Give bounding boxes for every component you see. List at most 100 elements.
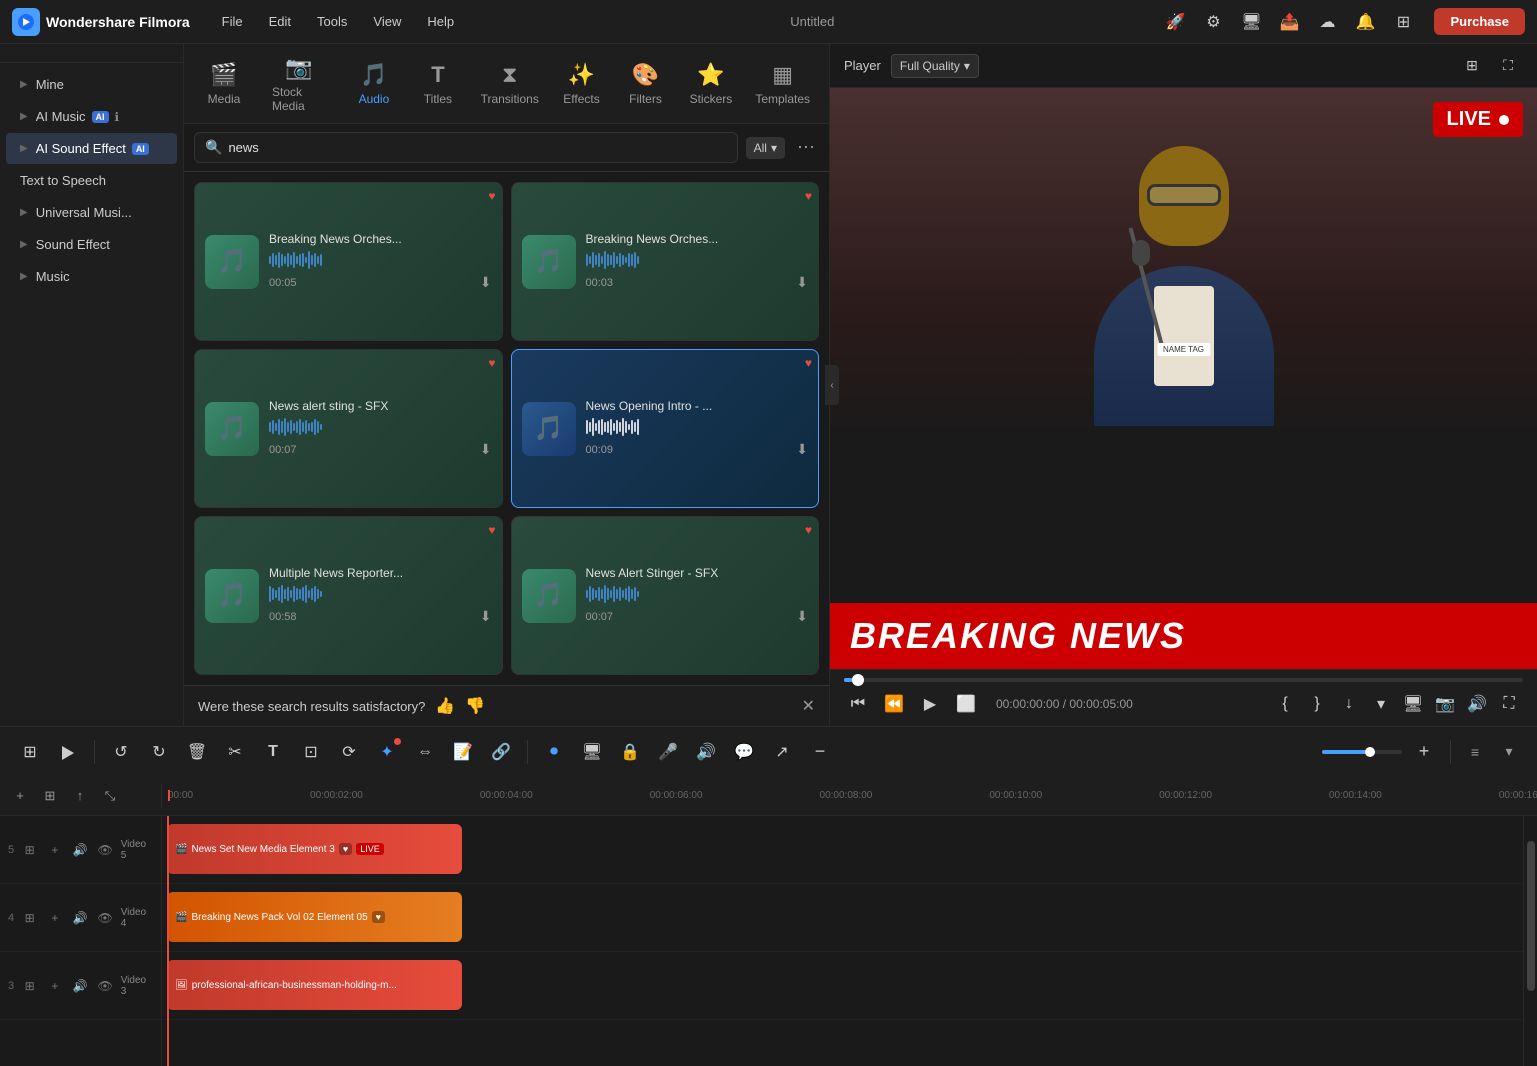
- info-icon[interactable]: ℹ: [115, 110, 120, 124]
- screen-record-button[interactable]: 🖥: [576, 736, 608, 768]
- clip-video4[interactable]: 🎬 Breaking News Pack Vol 02 Element 05 ♥: [167, 892, 462, 942]
- step-back-button[interactable]: ⏪: [880, 690, 908, 718]
- sidebar-item-music[interactable]: ▶ Music: [6, 261, 177, 292]
- bracket-right-icon[interactable]: }: [1303, 690, 1331, 718]
- track-volume-4[interactable]: 🔊: [70, 908, 89, 928]
- download-icon-4[interactable]: ⬇: [796, 441, 808, 458]
- favorite-icon-6[interactable]: ♥: [805, 523, 812, 537]
- ripple-button[interactable]: ↑: [68, 784, 92, 808]
- tab-stickers[interactable]: ⭐ Stickers: [679, 54, 742, 114]
- bracket-left-icon[interactable]: {: [1271, 690, 1299, 718]
- track-eye-4[interactable]: 👁: [96, 908, 115, 928]
- settings-icon[interactable]: ⚙: [1198, 7, 1228, 37]
- tab-effects[interactable]: ✨ Effects: [551, 54, 611, 114]
- clip-video3[interactable]: 🖼 professional-african-businessman-holdi…: [167, 960, 462, 1010]
- subtitle-button[interactable]: 💬: [728, 736, 760, 768]
- track-lock-5[interactable]: ⊞: [20, 840, 39, 860]
- download-icon-5[interactable]: ⬇: [480, 608, 492, 625]
- clip-video5[interactable]: 🎬 News Set New Media Element 3 ♥ LIVE: [167, 824, 462, 874]
- motion-button[interactable]: ↗: [766, 736, 798, 768]
- tab-media[interactable]: 🎬 Media: [194, 54, 254, 114]
- cut-button[interactable]: ✂: [219, 736, 251, 768]
- favorite-icon-2[interactable]: ♥: [805, 189, 812, 203]
- download-icon-2[interactable]: ⬇: [796, 274, 808, 291]
- add-track-button[interactable]: +: [8, 784, 32, 808]
- fullscreen-icon[interactable]: ⛶: [1493, 51, 1523, 81]
- download-icon-6[interactable]: ⬇: [796, 608, 808, 625]
- volume-icon[interactable]: 🔊: [1463, 690, 1491, 718]
- menu-help[interactable]: Help: [417, 10, 464, 33]
- track-volume-5[interactable]: 🔊: [70, 840, 89, 860]
- tab-titles[interactable]: T Titles: [408, 54, 468, 114]
- search-input-wrap[interactable]: 🔍: [194, 132, 738, 163]
- sidebar-item-mine[interactable]: ▶ Mine: [6, 69, 177, 100]
- delete-button[interactable]: 🗑: [181, 736, 213, 768]
- audio-card-1[interactable]: 🎵 Breaking News Orches... 00:05 ⬇ ♥: [194, 182, 503, 341]
- redo-button[interactable]: ↻: [143, 736, 175, 768]
- audio-card-3[interactable]: 🎵 News alert sting - SFX 00:07 ⬇ ♥: [194, 349, 503, 508]
- menu-edit[interactable]: Edit: [259, 10, 301, 33]
- close-feedback-button[interactable]: ✕: [802, 696, 815, 716]
- menu-file[interactable]: File: [212, 10, 253, 33]
- record-button[interactable]: ⏺: [538, 736, 570, 768]
- expand-icon[interactable]: ▾: [1367, 690, 1395, 718]
- menu-tools[interactable]: Tools: [307, 10, 357, 33]
- favorite-icon-3[interactable]: ♥: [488, 356, 495, 370]
- track-add-4[interactable]: +: [45, 908, 64, 928]
- undo-button[interactable]: ↺: [105, 736, 137, 768]
- menu-view[interactable]: View: [363, 10, 411, 33]
- split-track-button[interactable]: ⊞: [38, 784, 62, 808]
- cloud-icon[interactable]: ☁: [1312, 7, 1342, 37]
- timeline-scrollbar[interactable]: [1523, 816, 1537, 1066]
- download-icon-3[interactable]: ⬇: [480, 441, 492, 458]
- crop-button[interactable]: ⬜: [952, 690, 980, 718]
- track-eye-5[interactable]: 👁: [96, 840, 115, 860]
- audio-button[interactable]: 🔊: [690, 736, 722, 768]
- caption-button[interactable]: 📝: [447, 736, 479, 768]
- thumbs-down-icon[interactable]: 👎: [465, 696, 485, 716]
- sidebar-collapse-button[interactable]: ‹: [825, 365, 839, 405]
- download-icon-1[interactable]: ⬇: [480, 274, 492, 291]
- audio-record-button[interactable]: 🔒: [614, 736, 646, 768]
- zoom-slider[interactable]: [1322, 750, 1402, 754]
- track-add-3[interactable]: +: [45, 976, 64, 996]
- play-button[interactable]: ▶: [916, 690, 944, 718]
- track-add-5[interactable]: +: [45, 840, 64, 860]
- grid-view-icon[interactable]: ⊞: [1457, 51, 1487, 81]
- minus-button[interactable]: −: [804, 736, 836, 768]
- purchase-button[interactable]: Purchase: [1434, 8, 1525, 35]
- list-view-button[interactable]: ≡: [1461, 738, 1489, 766]
- layout-options-button[interactable]: ▾: [1495, 738, 1523, 766]
- audio-card-5[interactable]: 🎵 Multiple News Reporter... 00:58 ⬇ ♥: [194, 516, 503, 675]
- mirror-button[interactable]: ⇔: [409, 736, 441, 768]
- audio-card-2[interactable]: 🎵 Breaking News Orches... 00:03 ⬇ ♥: [511, 182, 820, 341]
- razor-tool[interactable]: [52, 736, 84, 768]
- track-lock-3[interactable]: ⊞: [20, 976, 39, 996]
- more-options-icon[interactable]: ⋯: [793, 133, 819, 162]
- tab-stock-media[interactable]: 📷 Stock Media: [258, 47, 340, 121]
- progress-bar[interactable]: [844, 678, 1523, 682]
- track-eye-3[interactable]: 👁: [96, 976, 115, 996]
- plus-button[interactable]: +: [1408, 736, 1440, 768]
- sidebar-item-universal[interactable]: ▶ Universal Musi...: [6, 197, 177, 228]
- tab-filters[interactable]: 🎨 Filters: [615, 54, 675, 114]
- mic-button[interactable]: 🎤: [652, 736, 684, 768]
- search-filter-dropdown[interactable]: All ▾: [746, 137, 785, 159]
- layout-tool[interactable]: ⊞: [14, 736, 46, 768]
- monitor-icon[interactable]: 🖥: [1236, 7, 1266, 37]
- favorite-icon-1[interactable]: ♥: [488, 189, 495, 203]
- skip-back-button[interactable]: ⏮: [844, 690, 872, 718]
- tab-transitions[interactable]: ⧗ Transitions: [472, 54, 548, 114]
- audio-card-4[interactable]: 🎵 News Opening Intro - ... 00:09 ⬇ ♥: [511, 349, 820, 508]
- audio-card-6[interactable]: 🎵 News Alert Stinger - SFX 00:07 ⬇ ♥: [511, 516, 820, 675]
- track-volume-3[interactable]: 🔊: [70, 976, 89, 996]
- tab-audio[interactable]: 🎵 Audio: [344, 54, 404, 114]
- notification-icon[interactable]: 🔔: [1350, 7, 1380, 37]
- arrow-down-icon[interactable]: ↓: [1335, 690, 1363, 718]
- camera-icon[interactable]: 📷: [1431, 690, 1459, 718]
- screen-icon[interactable]: 🖥: [1399, 690, 1427, 718]
- fit-to-screen-button[interactable]: ⤡: [98, 784, 122, 808]
- crop-button[interactable]: ⊡: [295, 736, 327, 768]
- grid-icon[interactable]: ⊞: [1388, 7, 1418, 37]
- text-button[interactable]: T: [257, 736, 289, 768]
